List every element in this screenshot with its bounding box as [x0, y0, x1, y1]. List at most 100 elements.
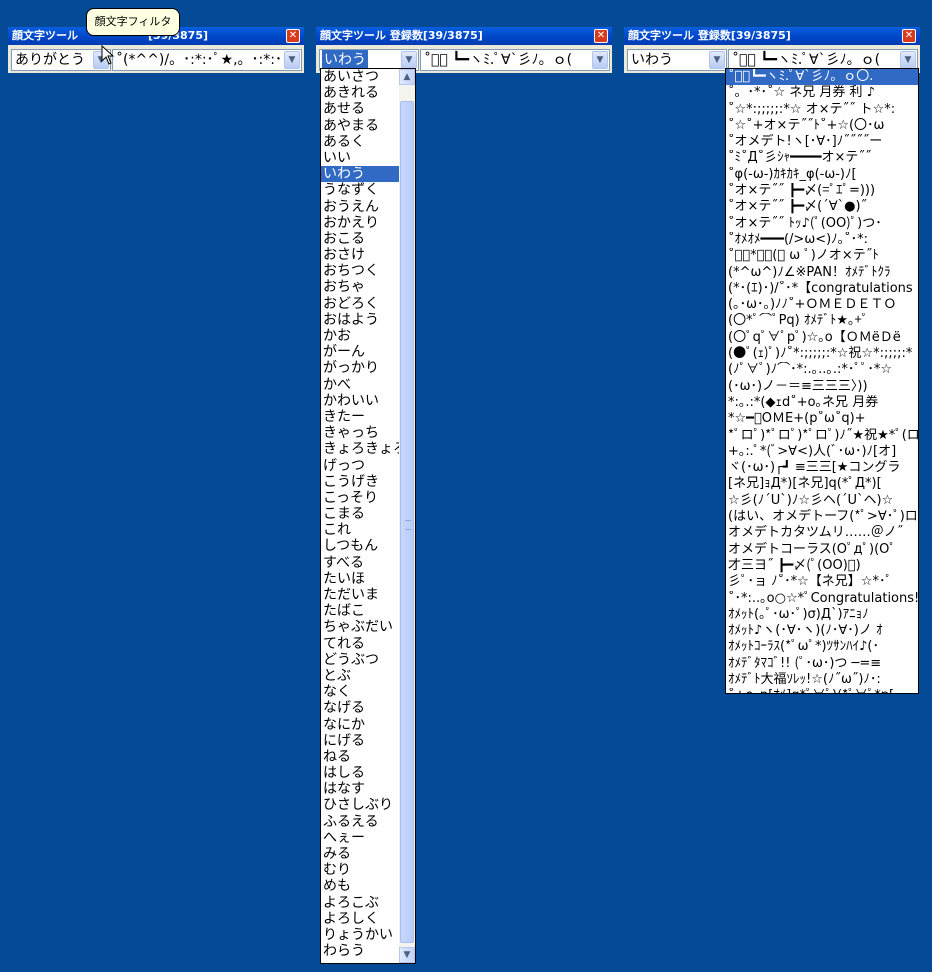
kaomoji-dropdown-list[interactable]: ˚ﾟﾟ┗━ヽﾐ.ﾟ∀`彡ﾉ。ｏ〇. ˚。･*･˚☆ ネ兄 月券 利 ♪ ˚☆*:;;…: [725, 68, 919, 694]
filter-combo[interactable]: いわう ▼: [627, 49, 727, 71]
kaomoji-option[interactable]: ˚☆˚+オ×テ˝˝ﾄ˚+☆(〇･ω: [726, 118, 918, 134]
kaomoji-option[interactable]: (はい、オメデトーフ(*ﾟ>∀･ﾟ)ロ: [726, 509, 918, 525]
kaomoji-option[interactable]: (〇ﾟqﾟ∀ﾟpﾟ)☆｡o【ＯＭëＤë: [726, 330, 918, 346]
scroll-down-icon[interactable]: ▼: [399, 947, 415, 963]
filter-dropdown-list[interactable]: あいさつ あきれる あせる あやまる あるく いい いわう うなずく おうえん おかえり おこる おさ…: [320, 68, 416, 964]
filter-option[interactable]: おどろく: [321, 296, 399, 312]
kaomoji-option[interactable]: (ﾉﾟ∀ﾟ)ﾉ⌒･*:.｡..｡.:*･ﾟﾟ･*☆: [726, 362, 918, 378]
filter-option[interactable]: へぇー: [321, 830, 399, 846]
kaomoji-combo[interactable]: ˚(*^^)/。･:*:･ﾟ★,。･:*:･ﾟ ▼: [112, 49, 302, 71]
kaomoji-option[interactable]: ˚ﾐ˚Д˚彡ｼｬ━━━━オ×テ˝˝: [726, 150, 918, 166]
filter-option[interactable]: ふるえる: [321, 814, 399, 830]
chevron-down-icon[interactable]: ▼: [401, 51, 417, 69]
filter-option[interactable]: りょうかい: [321, 927, 399, 943]
filter-option[interactable]: たいほ: [321, 571, 399, 587]
filter-option[interactable]: あせる: [321, 101, 399, 117]
filter-option[interactable]: おはよう: [321, 312, 399, 328]
kaomoji-option[interactable]: ｵﾒｯﾄ(｡ﾟ･ω･ﾟ)σ)Д`)ｱﾆｮﾉ: [726, 607, 918, 623]
kaomoji-option[interactable]: ｵﾒｯﾄｺｰﾗｽ(*ﾟωﾟ*)ﾂｻﾝﾊｲ♪(･: [726, 639, 918, 655]
filter-option[interactable]: たばこ: [321, 603, 399, 619]
filter-option[interactable]: あいさつ: [321, 69, 399, 85]
kaomoji-option[interactable]: (〇*ﾟ⌒ﾟPq) ｵﾒﾃﾞﾄ★｡+ﾟ: [726, 313, 918, 329]
chevron-down-icon[interactable]: ▼: [900, 51, 916, 69]
kaomoji-option[interactable]: [ネ兄]ｮД*)[ネ兄]q(*ﾟД*)[: [726, 476, 918, 492]
filter-option[interactable]: にげる: [321, 733, 399, 749]
kaomoji-option[interactable]: ˚オ×テ˝˝ ┣━〆(=ﾟｴﾟ=))): [726, 183, 918, 199]
kaomoji-option[interactable]: *:｡.:*(◆ｪd˚+o｡ネ兄 月券: [726, 395, 918, 411]
close-icon[interactable]: ✕: [286, 29, 300, 43]
filter-option[interactable]: うなずく: [321, 182, 399, 198]
filter-option[interactable]: わらう: [321, 943, 399, 959]
kaomoji-option[interactable]: +｡:.ﾟ*(ﾞ>∀<)人(ﾞ･ω･)ﾉ[オ]: [726, 444, 918, 460]
filter-option[interactable]: なく: [321, 684, 399, 700]
filter-option[interactable]: めも: [321, 878, 399, 894]
filter-option[interactable]: きたー: [321, 409, 399, 425]
filter-option[interactable]: きゃっち: [321, 425, 399, 441]
window-2-titlebar[interactable]: 顔文字ツール 登録数[39/3875]: [316, 27, 612, 45]
filter-option[interactable]: きょろきょろ: [321, 441, 399, 457]
filter-option[interactable]: みる: [321, 846, 399, 862]
kaomoji-option[interactable]: ˚オメデト!ヽ[･∀･]ﾉ˝˝˝˝ー: [726, 134, 918, 150]
filter-option[interactable]: よろこぶ: [321, 895, 399, 911]
filter-option[interactable]: おちつく: [321, 263, 399, 279]
filter-option[interactable]: いわう: [321, 166, 399, 183]
filter-option[interactable]: かべ: [321, 377, 399, 393]
filter-option[interactable]: ひさしぶり: [321, 797, 399, 813]
kaomoji-option[interactable]: (*^ω^)ﾉ∠※PAN！ｵﾒﾃﾞﾄｸﾗ: [726, 265, 918, 281]
filter-option[interactable]: おこる: [321, 231, 399, 247]
chevron-down-icon[interactable]: ▼: [592, 51, 608, 69]
kaomoji-option[interactable]: ☆彡(ﾉ´U`)ﾉ☆彡ヘ(´U`ヘ)☆: [726, 493, 918, 509]
kaomoji-option[interactable]: ˚ﾟﾟ┗━ヽﾐ.ﾟ∀`彡ﾉ。ｏ〇.: [726, 69, 918, 86]
kaomoji-option[interactable]: ｵﾒｯﾄ♪ヽ(･∀･ヽ)(ﾉ･∀･)ノ ｵ: [726, 623, 918, 639]
filter-option[interactable]: こっそり: [321, 490, 399, 506]
kaomoji-option[interactable]: (･ω･)ノ－＝≡三三三〉)): [726, 379, 918, 395]
filter-option[interactable]: おかえり: [321, 215, 399, 231]
filter-option[interactable]: よろしく: [321, 911, 399, 927]
kaomoji-option[interactable]: ˚オ×テ˝˝ ┣━〆(´∀`●)˝: [726, 199, 918, 215]
filter-option[interactable]: がーん: [321, 344, 399, 360]
kaomoji-option[interactable]: ˚ｵﾒｵﾒ━━━(/>ω<)ﾉ｡˚･*:: [726, 232, 918, 248]
filter-option[interactable]: てれる: [321, 636, 399, 652]
kaomoji-option[interactable]: オメデトカタツムリ……＠ノ˝: [726, 525, 918, 541]
kaomoji-option[interactable]: ˚+o｡p[ｵﾒ]q*ﾟ∀ﾟ)(*ﾟ∀ﾟ*p[: [726, 688, 918, 693]
filter-option[interactable]: いい: [321, 150, 399, 166]
filter-option[interactable]: はしる: [321, 765, 399, 781]
filter-option[interactable]: おさけ: [321, 247, 399, 263]
filter-option[interactable]: げっつ: [321, 458, 399, 474]
filter-option[interactable]: すべる: [321, 555, 399, 571]
close-icon[interactable]: ✕: [594, 29, 608, 43]
kaomoji-combo[interactable]: ˚ﾟﾟ ┗━ヽﾐ.ﾟ∀`彡ﾉ。ｏ( ▼: [420, 49, 610, 71]
chevron-down-icon[interactable]: ▼: [284, 51, 300, 69]
scroll-thumb[interactable]: [400, 101, 414, 943]
filter-option[interactable]: あきれる: [321, 85, 399, 101]
filter-option[interactable]: おうえん: [321, 199, 399, 215]
scroll-up-icon[interactable]: ▲: [399, 69, 415, 85]
close-icon[interactable]: ✕: [902, 29, 916, 43]
filter-option[interactable]: ちゃぶだい: [321, 619, 399, 635]
filter-option[interactable]: これ: [321, 522, 399, 538]
kaomoji-option[interactable]: ｵﾒﾃﾞﾀﾏｺﾞ!! (ﾟ･ω･)つ ─=≡: [726, 656, 918, 672]
filter-option[interactable]: どうぶつ: [321, 652, 399, 668]
filter-option[interactable]: ねる: [321, 749, 399, 765]
filter-option[interactable]: ただいま: [321, 587, 399, 603]
kaomoji-option[interactable]: *☆━ﾟOＭË+(p˚ω˚q)+: [726, 411, 918, 427]
filter-option[interactable]: こうげき: [321, 474, 399, 490]
kaomoji-option[interactable]: ｵﾒﾃﾞﾄ大福ｿﾚｯ!☆(ﾉ˝ω˝)ﾉ･:: [726, 672, 918, 688]
kaomoji-option[interactable]: (*･(ｴ)･)/˚･*【congratulations: [726, 281, 918, 297]
filter-option[interactable]: はなす: [321, 781, 399, 797]
filter-option[interactable]: あやまる: [321, 118, 399, 134]
filter-option[interactable]: とぶ: [321, 668, 399, 684]
filter-option[interactable]: なにか: [321, 717, 399, 733]
window-3-titlebar[interactable]: 顔文字ツール 登録数[39/3875]: [624, 27, 920, 45]
filter-option[interactable]: おちゃ: [321, 279, 399, 295]
kaomoji-option[interactable]: *ﾟロﾟ)*ﾟロﾟ)*ﾟロﾟ)ﾉ˝★祝★*ﾟ(ロ: [726, 428, 918, 444]
filter-option[interactable]: こまる: [321, 506, 399, 522]
kaomoji-option[interactable]: (●ﾟ(ｪ)ﾟ)ﾉ˚*:;;;;;:*☆祝☆*:;;;;:*: [726, 346, 918, 362]
kaomoji-option[interactable]: ˚オ×テ˝˝ ﾄｯ♪(ﾟ(OO)ﾟ)つ･: [726, 216, 918, 232]
kaomoji-option[interactable]: 彡ﾟ･ョ ﾉ˚･*☆【ネ兄】☆*･ﾟ: [726, 574, 918, 590]
kaomoji-option[interactable]: ˚φ(-ω-)ｶｷｶｷ_φ(-ω-)ﾉ[: [726, 167, 918, 183]
filter-option[interactable]: がっかり: [321, 360, 399, 376]
kaomoji-option[interactable]: ˚･*:..｡o○☆*ﾟCongratulations!: [726, 591, 918, 607]
filter-option[interactable]: むり: [321, 862, 399, 878]
filter-option[interactable]: かお: [321, 328, 399, 344]
